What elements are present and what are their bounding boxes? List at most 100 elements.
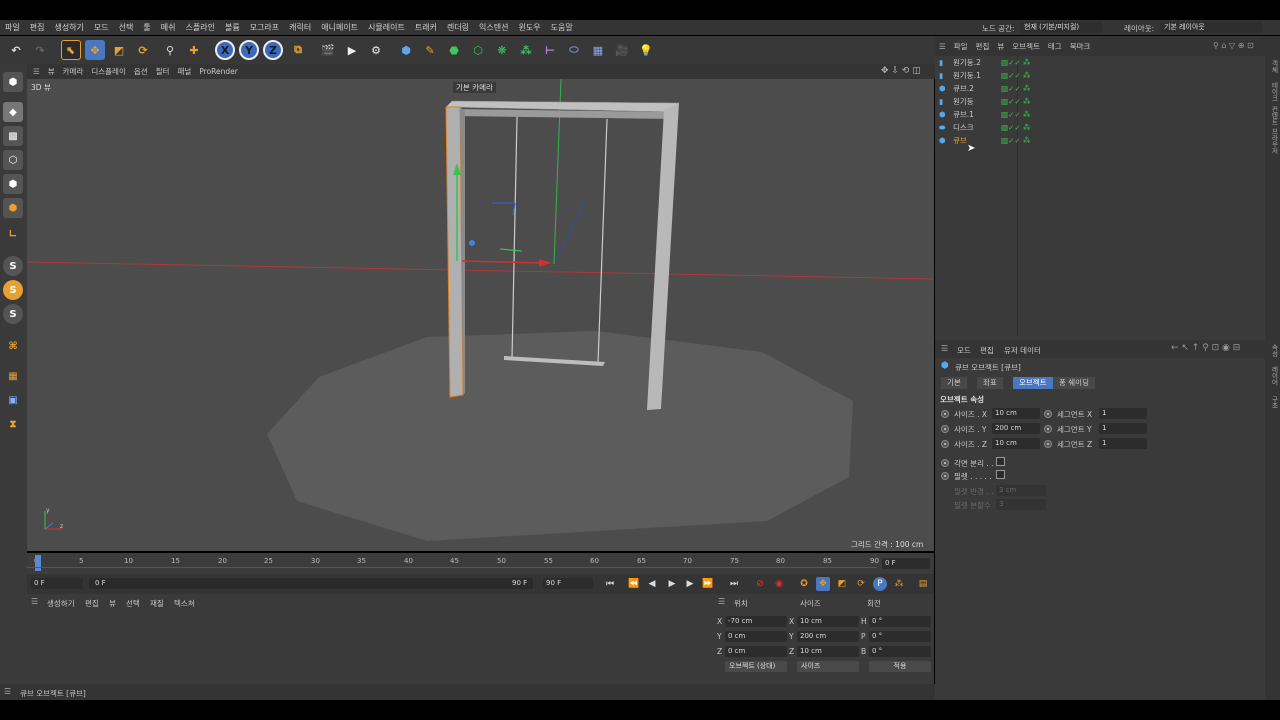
obj-size-y-field[interactable]: 200 cm [992, 423, 1040, 434]
separate-anim-radio[interactable] [941, 459, 949, 467]
side-tab-layers[interactable]: 레이어 [1269, 366, 1279, 386]
menu-extensions[interactable]: 익스텐션 [474, 22, 513, 33]
side-tab-attributes[interactable]: 속성 [1269, 344, 1279, 357]
attr-menu-edit[interactable]: 편집 [980, 345, 994, 356]
rot-h-field[interactable]: 0 ° [869, 616, 931, 627]
seg-z-anim-radio[interactable] [1044, 440, 1052, 448]
status-menu-icon[interactable]: ☰ [4, 687, 11, 696]
recent-tool-icon[interactable]: ⚲ [160, 40, 180, 60]
visibility-check-icon[interactable]: ▧✓✓ ⁂ [1001, 71, 1031, 80]
gizmo-x-handle[interactable] [461, 260, 543, 264]
axis-y-lock-button[interactable]: Y [239, 40, 259, 60]
menu-character[interactable]: 캐릭터 [284, 22, 316, 33]
coord-mode-dropdown[interactable]: 오브젝트 (상대) [725, 661, 787, 672]
model-mode-icon[interactable]: ◆ [3, 102, 23, 122]
attr-menu-icon[interactable]: ☰ [941, 344, 948, 353]
key-parameter-icon[interactable]: P [873, 577, 887, 591]
timeline-ruler[interactable]: 0 5 10 15 20 25 30 35 40 45 50 55 60 65 … [27, 553, 934, 574]
object-row-cube-1[interactable]: ⬢ 큐브.1 ▧✓✓ ⁂ [939, 108, 1259, 121]
coord-size-dropdown[interactable]: 사이즈 [797, 661, 859, 672]
visibility-check-icon[interactable]: ▧✓✓ ⁂ [1001, 110, 1031, 119]
menu-tracker[interactable]: 트래커 [410, 22, 442, 33]
menu-mograph[interactable]: 모그라프 [245, 22, 284, 33]
viewport-menu-panel[interactable]: 패널 [173, 66, 195, 77]
object-row-cylinder-2[interactable]: ▮ 원기둥.2 ▧✓✓ ⁂ [939, 56, 1259, 69]
menu-edit[interactable]: 편집 [25, 22, 50, 33]
obj-seg-y-field[interactable]: 1 [1099, 423, 1147, 434]
start-frame-field[interactable]: 0 F [31, 578, 83, 589]
fillet-anim-radio[interactable] [941, 472, 949, 480]
material-menu-texture[interactable]: 텍스쳐 [174, 598, 195, 609]
object-menu-objects[interactable]: 오브젝트 [1008, 41, 1044, 52]
menu-window[interactable]: 윈도우 [514, 22, 546, 33]
snap-s3-button[interactable]: S [3, 304, 23, 324]
move-tool-icon[interactable]: ✥ [85, 40, 105, 60]
camera-icon[interactable]: 🎥 [612, 40, 632, 60]
obj-size-x-field[interactable]: 10 cm [992, 408, 1040, 419]
object-row-cube[interactable]: ⬢ 큐브 ▧✓✓ ⁂ [939, 134, 1259, 147]
make-editable-icon[interactable]: ⬢ [3, 72, 23, 92]
scale-tool-icon[interactable]: ◩ [109, 40, 129, 60]
key-rotation-icon[interactable]: ⟳ [854, 577, 868, 591]
obj-size-z-field[interactable]: 10 cm [992, 438, 1040, 449]
attr-menu-userdata[interactable]: 유저 데이터 [1004, 345, 1041, 356]
visibility-check-icon[interactable]: ▧✓✓ ⁂ [1001, 136, 1031, 145]
object-row-disc[interactable]: ⬬ 디스크 ▧✓✓ ⁂ [939, 121, 1259, 134]
viewport-menu-icon[interactable]: ☰ [27, 67, 44, 76]
visibility-check-icon[interactable]: ▧✓✓ ⁂ [1001, 97, 1031, 106]
render-picture-icon[interactable]: ▶ [342, 40, 362, 60]
size-y-anim-radio[interactable] [941, 425, 949, 433]
layout-dropdown[interactable]: 기본 레이아웃 [1160, 22, 1262, 33]
visibility-check-icon[interactable]: ▧✓✓ ⁂ [1001, 58, 1031, 67]
size-x-anim-radio[interactable] [941, 410, 949, 418]
separate-surfaces-checkbox[interactable] [996, 457, 1005, 466]
keyframe-selection-icon[interactable]: ✪ [797, 577, 811, 591]
snap-s1-button[interactable]: S [3, 256, 23, 276]
points-mode-icon[interactable]: ⬡ [3, 150, 23, 170]
attr-nav-icons[interactable]: ← ↖ ↑ ⚲ ⊡ ◉ ⊟ [1171, 343, 1240, 353]
coordinate-system-icon[interactable]: ⧉ [288, 40, 308, 60]
grid-pattern-icon[interactable]: ▦ [3, 366, 23, 386]
gizmo-x-arrow[interactable] [539, 259, 552, 267]
fillet-checkbox[interactable] [996, 470, 1005, 479]
lock-workplane-icon[interactable]: ▣ [3, 390, 23, 410]
side-tab-content-browser[interactable]: 컨텐트 브라우저 [1269, 106, 1279, 154]
size-x-field[interactable]: 10 cm [797, 616, 859, 627]
key-pla-icon[interactable]: ⁂ [892, 577, 906, 591]
pos-z-field[interactable]: 0 cm [725, 646, 787, 657]
object-menu-file[interactable]: 파일 [950, 41, 972, 52]
next-key-icon[interactable]: ⏩ [701, 577, 715, 591]
edges-mode-icon[interactable]: ⬢ [3, 174, 23, 194]
rotate-tool-icon[interactable]: ⟳ [133, 40, 153, 60]
axis-z-lock-button[interactable]: Z [263, 40, 283, 60]
current-frame-field[interactable]: 0 F [882, 558, 930, 569]
key-position-icon[interactable]: ✥ [816, 577, 830, 591]
timeline-window-icon[interactable]: ▤ [916, 577, 930, 591]
viewport-nav-icons[interactable]: ✥ ⇩ ⟲ ◫ [881, 66, 921, 76]
object-menu-icon[interactable]: ☰ [935, 42, 950, 51]
pen-spline-icon[interactable]: ✎ [420, 40, 440, 60]
gizmo-plane-handle[interactable] [499, 248, 523, 252]
menu-mesh[interactable]: 메쉬 [156, 22, 181, 33]
material-menu-select[interactable]: 선택 [126, 598, 140, 609]
timeline-playhead[interactable] [35, 555, 41, 571]
tab-phong[interactable]: 퐁 쉐이딩 [1053, 377, 1095, 389]
viewport-menu-prorender[interactable]: ProRender [195, 67, 242, 76]
pos-x-field[interactable]: -70 cm [725, 616, 787, 627]
menu-spline[interactable]: 스플라인 [181, 22, 220, 33]
size-z-field[interactable]: 10 cm [797, 646, 859, 657]
menu-create[interactable]: 생성하기 [49, 22, 88, 33]
material-menu-edit[interactable]: 편집 [85, 598, 99, 609]
viewport-menu-camera[interactable]: 카메라 [59, 66, 88, 77]
select-tool-icon[interactable]: ⬉ [61, 40, 81, 60]
side-tab-objects[interactable]: 객체 [1269, 60, 1279, 73]
prev-frame-icon[interactable]: ◀ [645, 577, 659, 591]
rot-b-field[interactable]: 0 ° [869, 646, 931, 657]
menu-animate[interactable]: 애니메이트 [316, 22, 363, 33]
goto-start-icon[interactable]: ⏮ [603, 577, 617, 591]
field-icon[interactable]: ⬭ [564, 40, 584, 60]
extrude-generator-icon[interactable]: ⬡ [468, 40, 488, 60]
size-z-anim-radio[interactable] [941, 440, 949, 448]
object-row-cylinder[interactable]: ▮ 원기둥 ▧✓✓ ⁂ [939, 95, 1259, 108]
tab-coord[interactable]: 좌표 [977, 377, 1003, 389]
